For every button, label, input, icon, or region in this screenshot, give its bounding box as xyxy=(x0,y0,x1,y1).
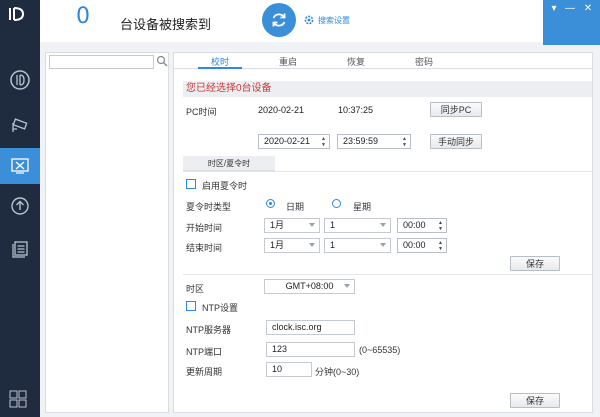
ntp-enable-label: NTP设置 xyxy=(202,303,239,313)
dst-start-month-value: 1月 xyxy=(270,220,285,230)
dst-type-week-label: 星期 xyxy=(353,202,372,212)
dst-start-time-picker[interactable]: 00:00 ▲ ▼ xyxy=(397,218,447,233)
manual-date-picker[interactable]: 2020-02-21 ▲ ▼ xyxy=(258,134,330,149)
tab-reboot[interactable]: 重启 xyxy=(258,55,318,68)
ntp-save-button[interactable]: 保存 xyxy=(510,393,560,408)
tab-restore[interactable]: 恢复 xyxy=(326,55,386,68)
ntp-server-label: NTP服务器 xyxy=(186,325,232,335)
section-tab-timezone-dst[interactable]: 时区/夏令时 xyxy=(183,156,275,171)
device-list-panel xyxy=(45,52,169,413)
dst-save-button[interactable]: 保存 xyxy=(510,256,560,271)
divider xyxy=(183,274,592,275)
gear-icon xyxy=(304,15,314,25)
ntp-server-input[interactable]: clock.isc.org xyxy=(266,320,355,335)
dst-type-date-label: 日期 xyxy=(286,202,305,212)
pc-date-value: 2020-02-21 xyxy=(258,105,305,115)
chevron-down-icon xyxy=(380,223,386,227)
ntp-enable-checkbox[interactable] xyxy=(186,301,196,311)
dst-end-time-picker[interactable]: 00:00 ▲ ▼ xyxy=(397,238,447,253)
dst-start-time-value: 00:00 xyxy=(403,220,426,230)
dst-end-time-value: 00:00 xyxy=(403,240,426,250)
search-icon[interactable] xyxy=(156,55,168,67)
dst-type-label: 夏令时类型 xyxy=(186,202,232,212)
refresh-icon xyxy=(272,13,286,27)
refresh-button[interactable] xyxy=(262,3,296,37)
nav-tools[interactable] xyxy=(0,148,40,184)
dst-start-month-select[interactable]: 1月 xyxy=(264,218,320,233)
tab-time-sync[interactable]: 校时 xyxy=(190,55,250,69)
header: 0 台设备被搜索到 搜索设置 xyxy=(40,0,543,42)
selected-device-notice: 您已经选择0台设备 xyxy=(183,81,592,97)
search-settings-link[interactable]: 搜索设置 xyxy=(303,14,350,26)
dst-end-month-value: 1月 xyxy=(270,240,285,250)
manual-date-value: 2020-02-21 xyxy=(264,136,311,146)
search-settings-label: 搜索设置 xyxy=(318,15,350,25)
manual-sync-button[interactable]: 手动同步 xyxy=(430,134,482,149)
timezone-select[interactable]: GMT+08:00 xyxy=(264,279,355,294)
sync-pc-button[interactable]: 同步PC xyxy=(430,102,482,117)
dst-end-month-select[interactable]: 1月 xyxy=(264,238,320,253)
minimize-icon[interactable]: — xyxy=(563,2,577,14)
dst-start-day-value: 1 xyxy=(330,220,336,230)
pc-time-value: 10:37:25 xyxy=(338,105,374,115)
nav-files[interactable] xyxy=(0,230,40,266)
dst-type-week-radio[interactable] xyxy=(332,199,341,208)
close-icon[interactable]: ✕ xyxy=(581,2,595,14)
spin-arrows-icon[interactable]: ▲ ▼ xyxy=(438,220,444,232)
manual-time-value: 23:59:59 xyxy=(343,136,379,146)
menu-dropdown-icon[interactable]: ▾ xyxy=(547,2,561,14)
section-divider xyxy=(183,171,592,172)
timezone-value: GMT+08:00 xyxy=(285,281,334,291)
spin-arrows-icon[interactable]: ▲ ▼ xyxy=(438,240,444,252)
tools-icon xyxy=(11,158,29,174)
dst-end-day-value: 1 xyxy=(330,240,336,250)
manual-time-picker[interactable]: 23:59:59 ▲ ▼ xyxy=(337,134,411,149)
apps-grid-icon[interactable] xyxy=(8,389,28,409)
sidebar-rail xyxy=(0,0,40,417)
cctv-icon xyxy=(12,118,28,132)
pc-time-label: PC时间 xyxy=(186,107,217,117)
dst-enable-label: 启用夏令时 xyxy=(202,181,248,191)
dst-start-label: 开始时间 xyxy=(186,223,223,233)
upgrade-icon xyxy=(11,197,29,215)
dst-end-day-select[interactable]: 1 xyxy=(324,238,391,253)
dst-start-day-select[interactable]: 1 xyxy=(324,218,391,233)
device-count-label: 台设备被搜索到 xyxy=(120,17,212,32)
chevron-down-icon xyxy=(309,223,315,227)
logo-icon xyxy=(8,6,26,22)
tab-password[interactable]: 密码 xyxy=(394,55,454,68)
dst-enable-checkbox[interactable] xyxy=(186,179,196,189)
nav-cctv[interactable] xyxy=(0,108,40,144)
update-period-input[interactable]: 10 xyxy=(266,362,312,377)
window-controls: ▾ — ✕ xyxy=(543,0,600,45)
chevron-down-icon xyxy=(309,243,315,247)
spin-arrows-icon[interactable]: ▲ ▼ xyxy=(321,136,327,148)
camera-icon xyxy=(10,70,30,90)
dst-end-label: 结束时间 xyxy=(186,243,223,253)
device-search-input[interactable] xyxy=(49,55,154,69)
ntp-port-label: NTP端口 xyxy=(186,347,223,357)
tab-bar: 校时 重启 恢复 密码 xyxy=(174,53,592,69)
chevron-down-icon xyxy=(380,243,386,247)
device-count: 0 xyxy=(76,4,90,29)
chevron-down-icon xyxy=(344,284,350,288)
dst-type-date-radio[interactable] xyxy=(266,199,275,208)
spin-arrows-icon[interactable]: ▲ ▼ xyxy=(402,136,408,148)
ntp-port-hint: (0~65535) xyxy=(359,345,401,355)
update-period-hint: 分钟(0~30) xyxy=(315,367,360,377)
update-period-label: 更新周期 xyxy=(186,367,223,377)
files-icon xyxy=(12,241,28,258)
config-panel: 校时 重启 恢复 密码 您已经选择0台设备 PC时间 2020-02-21 10… xyxy=(173,52,593,413)
timezone-label: 时区 xyxy=(186,284,205,294)
ntp-port-input[interactable]: 123 xyxy=(266,342,355,357)
nav-camera[interactable] xyxy=(0,62,40,98)
nav-upgrade[interactable] xyxy=(0,188,40,224)
